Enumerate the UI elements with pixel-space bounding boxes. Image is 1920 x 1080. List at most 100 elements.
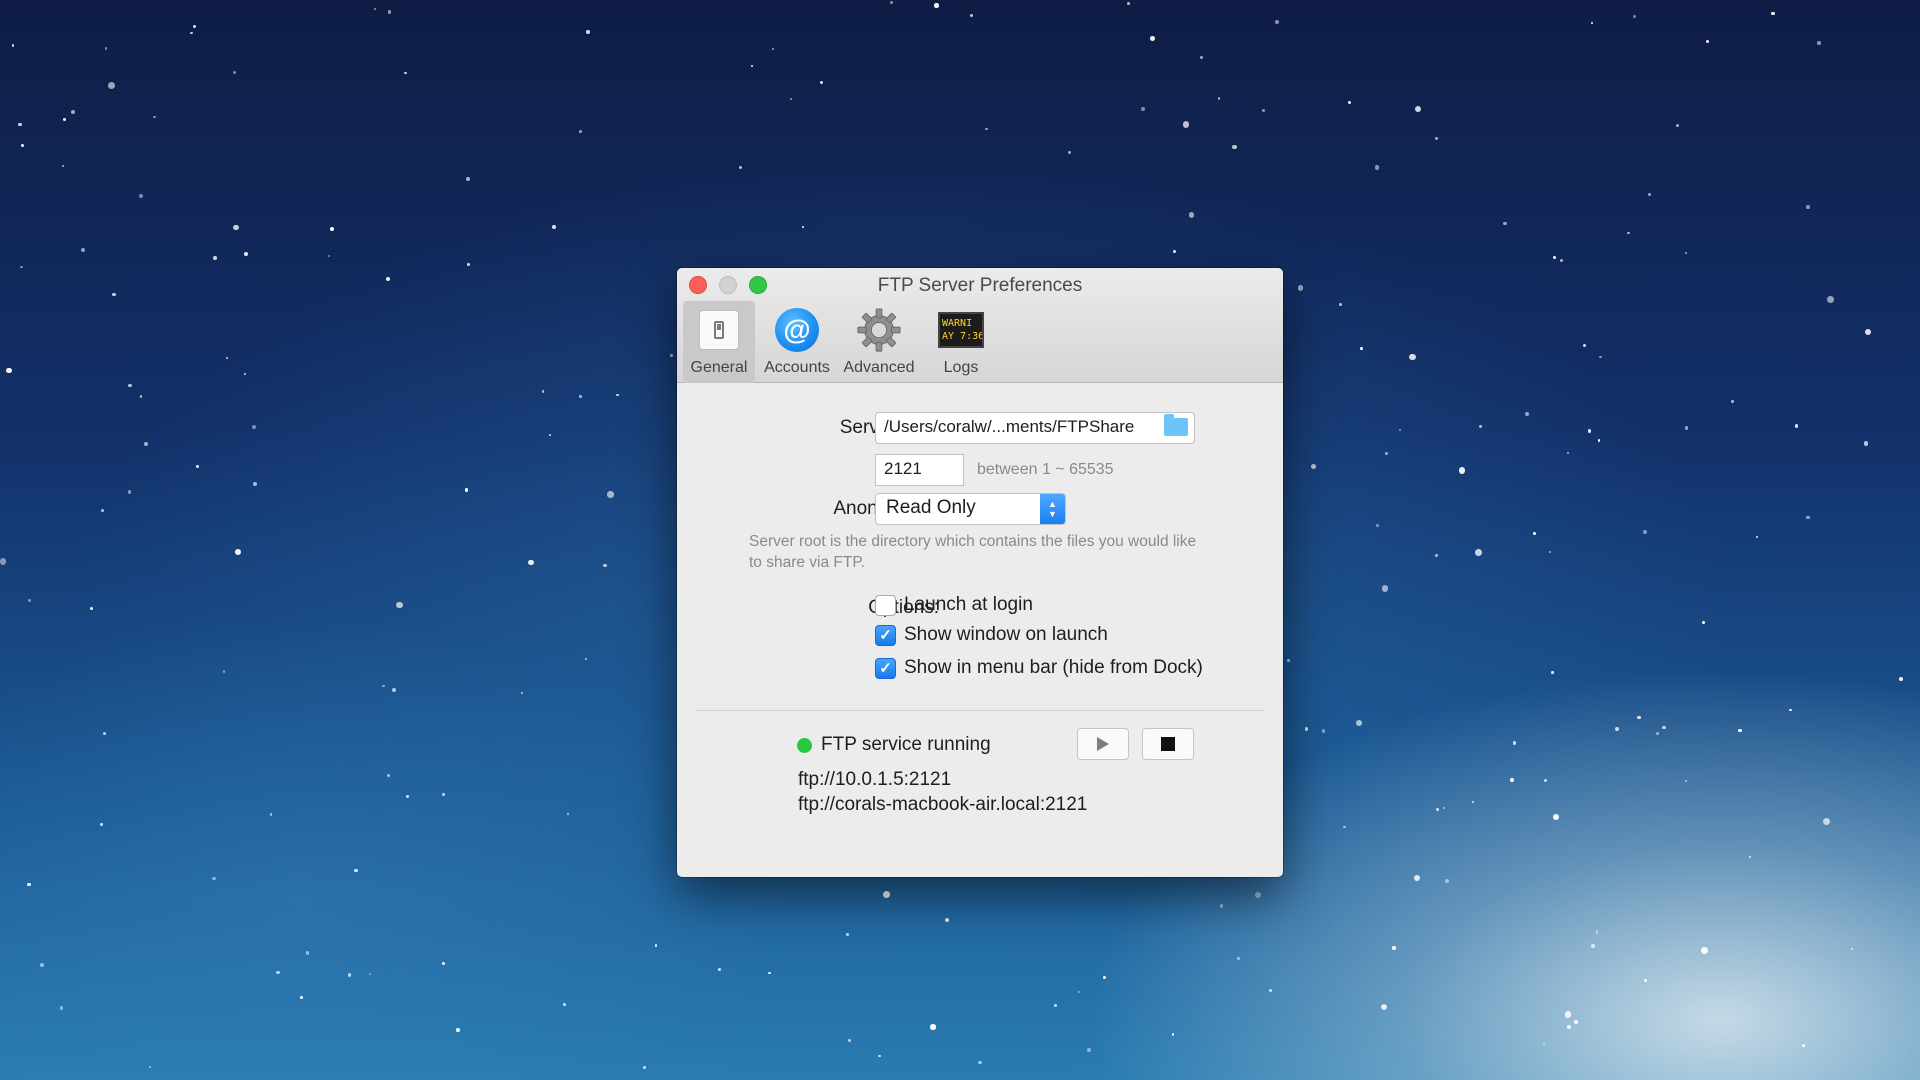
star — [1219, 903, 1224, 908]
tab-logs[interactable]: WARNI AY 7:36 Logs — [921, 301, 1001, 383]
tab-accounts[interactable]: @ Accounts — [757, 301, 837, 383]
star — [27, 882, 31, 887]
folder-icon[interactable] — [1164, 414, 1188, 436]
star — [1898, 676, 1903, 681]
star — [1459, 467, 1466, 474]
star — [1771, 12, 1775, 16]
star — [102, 731, 107, 736]
star — [1794, 424, 1798, 428]
star — [196, 465, 199, 468]
window-title: FTP Server Preferences — [877, 275, 1083, 296]
star — [405, 794, 409, 798]
star — [1442, 806, 1445, 809]
star — [107, 82, 115, 90]
star — [299, 995, 303, 999]
star — [1615, 727, 1620, 732]
star — [1675, 124, 1680, 128]
star — [466, 262, 471, 266]
star — [846, 933, 850, 937]
star — [1661, 725, 1666, 730]
stop-service-button[interactable] — [1142, 728, 1194, 760]
server-root-value: /Users/coralw/...ments/FTPShare — [884, 417, 1135, 436]
star — [1637, 715, 1641, 720]
star — [12, 44, 15, 47]
star — [1789, 708, 1792, 712]
star — [1343, 825, 1346, 829]
ftp-url-ip[interactable]: ftp://10.0.1.5:2121 — [798, 769, 951, 791]
star — [718, 967, 722, 972]
star — [306, 951, 310, 955]
star — [223, 670, 226, 673]
star — [1582, 343, 1587, 348]
star — [1627, 232, 1630, 235]
start-service-button[interactable] — [1077, 728, 1129, 760]
star — [1434, 553, 1438, 557]
port-value: 2121 — [884, 459, 922, 478]
anonymous-select[interactable]: Read Only ▲ ▼ — [875, 493, 1066, 525]
star — [1374, 165, 1380, 170]
star — [61, 164, 65, 168]
star — [739, 166, 743, 169]
show-menubar-checkbox[interactable]: ✓ — [875, 657, 896, 679]
star — [1685, 426, 1689, 430]
star — [1356, 719, 1363, 726]
star — [1553, 813, 1560, 821]
show-window-checkbox[interactable]: ✓ — [875, 624, 896, 646]
star — [347, 972, 352, 977]
star — [930, 1024, 936, 1030]
star — [403, 71, 407, 75]
star — [1503, 221, 1508, 226]
tab-advanced[interactable]: Advanced — [839, 301, 919, 383]
star — [1512, 741, 1517, 746]
star — [1548, 550, 1552, 554]
show-window-label: Show window on launch — [904, 624, 1108, 645]
tab-general[interactable]: General — [683, 301, 755, 383]
star — [1685, 779, 1688, 783]
star — [970, 14, 973, 17]
star — [354, 868, 358, 873]
star — [1598, 355, 1602, 359]
star — [1381, 584, 1389, 592]
star — [1850, 947, 1854, 951]
star — [251, 425, 256, 430]
star — [1053, 1003, 1057, 1008]
launch-at-login-option[interactable]: Launch at login — [875, 594, 1033, 616]
ftp-url-hostname[interactable]: ftp://corals-macbook-air.local:2121 — [798, 794, 1087, 816]
star — [1566, 451, 1569, 454]
star — [90, 607, 94, 611]
star — [143, 442, 148, 447]
show-window-option[interactable]: ✓ Show window on launch — [875, 624, 1108, 646]
star — [1286, 658, 1290, 662]
star — [382, 684, 385, 688]
port-field[interactable]: 2121 — [875, 454, 964, 486]
tab-logs-label: Logs — [943, 359, 979, 376]
star — [642, 1065, 647, 1070]
launch-at-login-label: Launch at login — [904, 594, 1033, 615]
star — [441, 793, 446, 797]
star — [190, 32, 193, 35]
star — [1171, 1032, 1175, 1036]
star — [1232, 144, 1237, 150]
star — [801, 226, 804, 229]
star — [1347, 101, 1351, 105]
star — [1102, 975, 1107, 980]
star — [1172, 249, 1176, 253]
star — [768, 971, 772, 975]
star — [944, 917, 950, 922]
star — [71, 110, 76, 115]
star — [1311, 464, 1317, 470]
star — [585, 30, 590, 35]
star — [1806, 515, 1810, 520]
server-root-field[interactable]: /Users/coralw/...ments/FTPShare — [875, 412, 1195, 444]
show-menubar-option[interactable]: ✓ Show in menu bar (hide from Dock) — [875, 657, 1203, 679]
star — [616, 393, 619, 397]
star — [327, 254, 330, 258]
window-titlebar: FTP Server Preferences General @ Account… — [677, 268, 1283, 383]
star — [1444, 878, 1450, 884]
star — [1700, 947, 1708, 954]
star — [1305, 727, 1309, 731]
launch-at-login-checkbox[interactable] — [875, 594, 896, 616]
star — [1360, 347, 1363, 350]
show-menubar-label: Show in menu bar (hide from Dock) — [904, 657, 1203, 678]
general-switch-icon — [696, 307, 742, 353]
